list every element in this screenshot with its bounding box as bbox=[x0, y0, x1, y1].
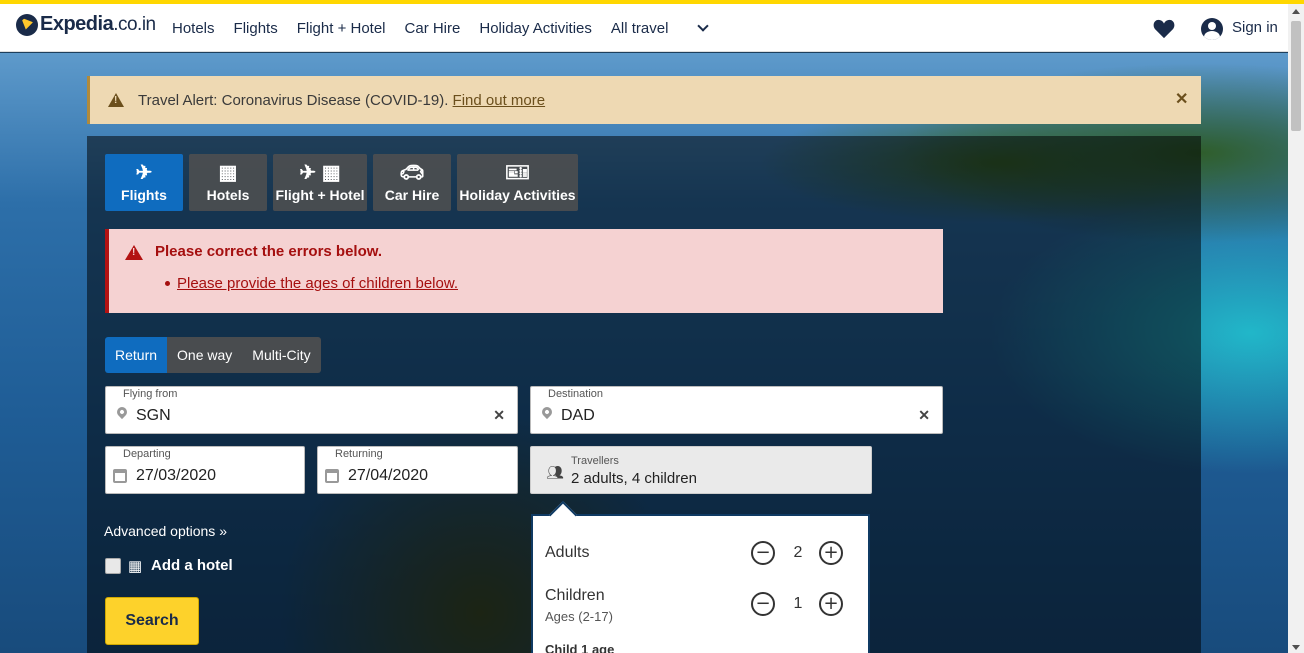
search-button[interactable]: Search bbox=[105, 597, 199, 645]
nav-flights[interactable]: Flights bbox=[234, 20, 278, 37]
adults-decrement-button[interactable]: − bbox=[751, 541, 775, 565]
destination-field[interactable]: Destination DAD ✕ bbox=[530, 386, 943, 434]
location-pin-icon bbox=[539, 404, 555, 420]
child-age-label: Child 1 age bbox=[545, 642, 615, 653]
children-ages-hint: Ages (2-17) bbox=[545, 609, 613, 624]
user-icon[interactable] bbox=[1201, 18, 1223, 40]
adults-label: Adults bbox=[545, 544, 590, 561]
sign-in-link[interactable]: Sign in bbox=[1232, 19, 1278, 36]
flying-from-value[interactable]: SGN bbox=[136, 407, 171, 425]
scroll-down-icon[interactable] bbox=[1292, 645, 1300, 650]
find-out-more-link[interactable]: Find out more bbox=[453, 92, 546, 109]
error-bullet bbox=[165, 281, 170, 286]
children-label: Children bbox=[545, 587, 605, 604]
covid-alert-banner: Travel Alert: Coronavirus Disease (COVID… bbox=[87, 76, 1201, 124]
building-icon: ▦ bbox=[218, 162, 238, 184]
plane-icon: ✈ bbox=[135, 162, 153, 184]
page-scrollbar[interactable] bbox=[1288, 4, 1304, 653]
warning-icon bbox=[108, 93, 124, 107]
children-increment-button[interactable]: + bbox=[819, 592, 843, 616]
destination-value[interactable]: DAD bbox=[561, 407, 595, 425]
error-summary: Please correct the errors below. Please … bbox=[105, 229, 943, 313]
close-icon[interactable]: ✕ bbox=[1175, 89, 1188, 109]
adults-increment-button[interactable]: + bbox=[819, 541, 843, 565]
returning-date-field[interactable]: Returning 27/04/2020 bbox=[317, 446, 518, 494]
error-icon bbox=[125, 245, 143, 260]
tab-flight-hotel[interactable]: ✈ ▦ Flight + Hotel bbox=[273, 154, 367, 211]
car-icon: 🚗︎ bbox=[399, 162, 425, 184]
plane-building-icon: ✈ ▦ bbox=[299, 162, 341, 184]
nav-holiday-activities[interactable]: Holiday Activities bbox=[479, 20, 592, 37]
nav-hotels[interactable]: Hotels bbox=[172, 20, 215, 37]
returning-value[interactable]: 27/04/2020 bbox=[348, 467, 428, 485]
tab-holiday-activities[interactable]: 🎫︎ Holiday Activities bbox=[457, 154, 578, 211]
children-count: 1 bbox=[793, 595, 803, 612]
flying-from-field[interactable]: Flying from SGN ✕ bbox=[105, 386, 518, 434]
globe-icon bbox=[16, 13, 38, 36]
error-title: Please correct the errors below. bbox=[155, 243, 383, 260]
advanced-options-toggle[interactable]: Advanced options » bbox=[104, 523, 227, 539]
error-link-child-ages[interactable]: Please provide the ages of children belo… bbox=[177, 275, 458, 292]
nav-car-hire[interactable]: Car Hire bbox=[405, 20, 461, 37]
nav-all-travel[interactable]: All travel bbox=[611, 20, 710, 37]
site-header: Expedia .co.in Hotels Flights Flight + Ho… bbox=[0, 4, 1288, 52]
calendar-icon bbox=[113, 469, 127, 483]
add-hotel-checkbox[interactable] bbox=[105, 558, 121, 574]
adults-count: 2 bbox=[793, 544, 803, 561]
clear-icon[interactable]: ✕ bbox=[493, 407, 505, 424]
travellers-selector[interactable]: 👥︎ Travellers 2 adults, 4 children bbox=[530, 446, 872, 494]
departing-value[interactable]: 27/03/2020 bbox=[136, 467, 216, 485]
trip-type-toggle: Return One way Multi-City bbox=[105, 337, 321, 373]
heart-icon[interactable] bbox=[1153, 19, 1175, 39]
add-hotel-label[interactable]: Add a hotel bbox=[151, 557, 233, 574]
scroll-thumb[interactable] bbox=[1291, 21, 1301, 131]
double-chevron-down-icon: » bbox=[219, 523, 227, 539]
top-nav: Hotels Flights Flight + Hotel Car Hire H… bbox=[172, 20, 726, 37]
scroll-up-icon[interactable] bbox=[1292, 9, 1300, 14]
ticket-icon: 🎫︎ bbox=[504, 162, 531, 184]
trip-multi-city[interactable]: Multi-City bbox=[242, 337, 321, 373]
travellers-popup: Adults − 2 + Children Ages (2-17) − 1 + … bbox=[531, 500, 870, 653]
children-decrement-button[interactable]: − bbox=[751, 592, 775, 616]
tab-car-hire[interactable]: 🚗︎ Car Hire bbox=[373, 154, 451, 211]
clear-icon[interactable]: ✕ bbox=[918, 407, 930, 424]
tab-flights[interactable]: ✈ Flights bbox=[105, 154, 183, 211]
expedia-logo[interactable]: Expedia .co.in bbox=[16, 13, 156, 36]
trip-one-way[interactable]: One way bbox=[167, 337, 243, 373]
building-icon: ▦ bbox=[128, 558, 143, 575]
tab-hotels[interactable]: ▦ Hotels bbox=[189, 154, 267, 211]
users-icon: 👥︎ bbox=[546, 464, 564, 480]
location-pin-icon bbox=[114, 404, 130, 420]
nav-flight-hotel[interactable]: Flight + Hotel bbox=[297, 20, 386, 37]
calendar-icon bbox=[325, 469, 339, 483]
travellers-value: 2 adults, 4 children bbox=[571, 470, 697, 487]
chevron-down-icon bbox=[697, 20, 710, 32]
trip-return[interactable]: Return bbox=[105, 337, 168, 373]
departing-date-field[interactable]: Departing 27/03/2020 bbox=[105, 446, 305, 494]
alert-text: Travel Alert: Coronavirus Disease (COVID… bbox=[138, 92, 449, 109]
